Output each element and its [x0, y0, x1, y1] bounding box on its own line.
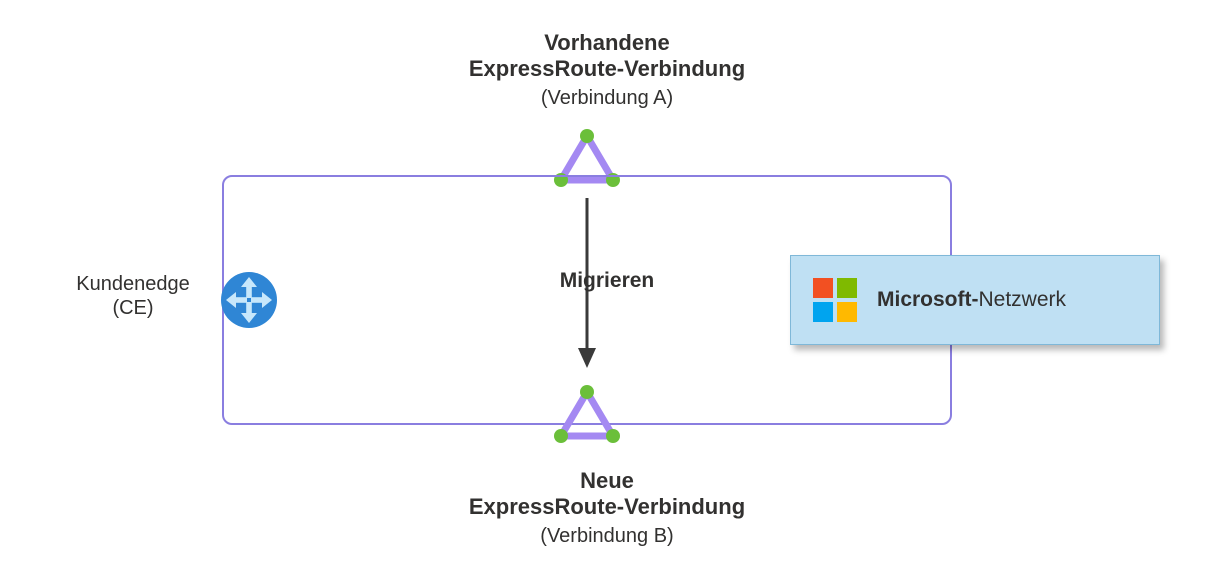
customer-edge-label: Kundenedge (CE) — [58, 272, 208, 320]
new-connection-subtitle: (Verbindung B) — [0, 524, 1214, 548]
existing-connection-title: Vorhandene ExpressRoute-Verbindung — [0, 30, 1214, 83]
microsoft-logo-icon — [813, 278, 857, 322]
microsoft-network-box: Microsoft-Netzwerk — [790, 255, 1160, 345]
microsoft-network-label: Microsoft-Netzwerk — [877, 288, 1066, 312]
existing-connection-subtitle: (Verbindung A) — [0, 86, 1214, 110]
expressroute-icon-bottom — [555, 386, 619, 442]
new-connection-title: Neue ExpressRoute-Verbindung — [0, 468, 1214, 521]
router-icon — [220, 271, 278, 329]
diagram-stage: Vorhandene ExpressRoute-Verbindung (Verb… — [0, 0, 1214, 572]
